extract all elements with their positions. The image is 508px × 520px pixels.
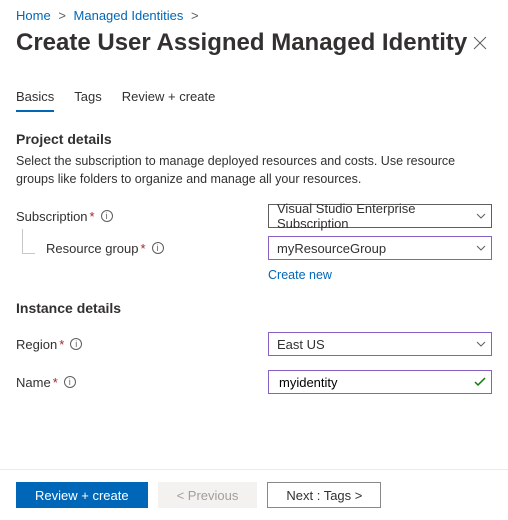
footer: Review + create < Previous Next : Tags > [0,469,508,520]
resource-group-select[interactable]: myResourceGroup [268,236,492,260]
region-select[interactable]: East US [268,332,492,356]
resource-group-label: Resource group* i [16,241,268,256]
project-details-heading: Project details [16,131,492,147]
tab-basics[interactable]: Basics [16,83,54,112]
subscription-value: Visual Studio Enterprise Subscription [277,201,467,231]
info-icon[interactable]: i [152,242,164,254]
chevron-right-icon: > [58,8,66,23]
region-value: East US [277,337,325,352]
name-input-wrapper [268,370,492,394]
instance-details-heading: Instance details [16,300,492,316]
next-button[interactable]: Next : Tags > [267,482,381,508]
breadcrumb: Home > Managed Identities > [16,8,492,23]
breadcrumb-home[interactable]: Home [16,8,51,23]
tab-tags[interactable]: Tags [74,83,101,112]
project-details-description: Select the subscription to manage deploy… [16,153,492,188]
close-button[interactable] [468,31,492,55]
subscription-label: Subscription* i [16,209,268,224]
check-icon [474,377,486,387]
name-label: Name* i [16,375,268,390]
close-icon [473,36,487,50]
chevron-right-icon: > [191,8,199,23]
tab-review-create[interactable]: Review + create [122,83,216,112]
breadcrumb-managed-identities[interactable]: Managed Identities [74,8,184,23]
info-icon[interactable]: i [64,376,76,388]
region-label: Region* i [16,337,268,352]
resource-group-value: myResourceGroup [277,241,386,256]
info-icon[interactable]: i [70,338,82,350]
tabs: Basics Tags Review + create [16,83,492,113]
create-new-link[interactable]: Create new [268,268,492,282]
page-title: Create User Assigned Managed Identity [16,29,467,57]
info-icon[interactable]: i [101,210,113,222]
name-input[interactable] [277,374,467,391]
previous-button: < Previous [158,482,258,508]
review-create-button[interactable]: Review + create [16,482,148,508]
subscription-select[interactable]: Visual Studio Enterprise Subscription [268,204,492,228]
